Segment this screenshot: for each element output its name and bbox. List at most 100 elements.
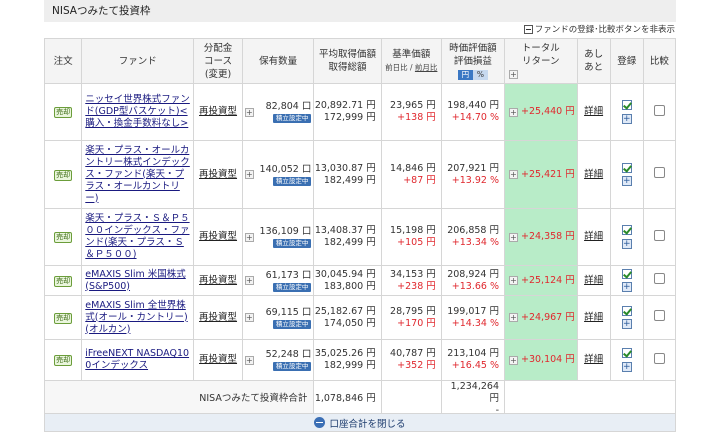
holdings-table: 注文 ファンド 分配金 コース (変更) 保有数量 平均取得価額 取得総額 基準…: [43, 38, 677, 418]
registered-check-icon[interactable]: [621, 225, 632, 235]
compare-checkbox[interactable]: [653, 167, 665, 178]
expand-icon[interactable]: +: [509, 355, 518, 365]
expand-icon[interactable]: +: [244, 313, 254, 322]
add-register-icon[interactable]: +: [621, 238, 632, 249]
base-price: 15,198 円: [390, 225, 436, 236]
header-base-price: 基準価額 前日比 / 前月比: [380, 38, 442, 84]
header-return-line1: トータル: [521, 42, 560, 54]
close-account-total-button[interactable]: 口座合計を閉じる: [44, 413, 676, 432]
sell-button[interactable]: 売却: [54, 169, 73, 181]
registered-check-icon[interactable]: [621, 268, 632, 279]
fund-name-link[interactable]: 楽天・プラス・オールカントリー株式インデックス・ファンド(楽天・プラス・オールカ…: [81, 140, 195, 209]
tsumitate-badge: 積立設定中: [272, 319, 312, 329]
eval-value: 208,924 円: [447, 268, 499, 280]
add-register-icon[interactable]: +: [621, 282, 632, 292]
expand-icon[interactable]: +: [509, 170, 518, 179]
header-quantity: 保有数量: [241, 38, 315, 84]
registered-check-icon[interactable]: [621, 348, 632, 358]
eval-pct: +13.92 %: [451, 174, 499, 186]
expand-icon[interactable]: +: [244, 107, 254, 117]
fund-name-link[interactable]: eMAXIS Slim 全世界株式(オール・カントリー)(オルカン): [81, 295, 195, 340]
sell-button[interactable]: 売却: [54, 312, 73, 324]
add-register-icon[interactable]: +: [621, 361, 632, 372]
avg-price: 13,408.37 円: [314, 225, 376, 236]
detail-link[interactable]: 詳細: [576, 140, 611, 209]
expand-icon[interactable]: +: [509, 107, 518, 117]
compare-checkbox[interactable]: [653, 104, 665, 116]
eval-total: 1,234,264 円: [450, 381, 499, 404]
registered-check-icon[interactable]: [621, 305, 632, 316]
quantity: 69,115 口: [265, 306, 312, 318]
header-course-line2: コース: [204, 55, 233, 67]
table-row: 売却 楽天・プラス・オールカントリー株式インデックス・ファンド(楽天・プラス・オ…: [43, 140, 677, 209]
avg-total: 183,800 円: [323, 280, 376, 292]
yen-pct-toggle[interactable]: 円 %: [457, 69, 488, 80]
table-row: 売却 eMAXIS Slim 米国株式(S&P500) 再投資型 +61,173…: [43, 265, 677, 296]
header-course-line1: 分配金: [203, 42, 233, 54]
eval-value: 207,921 円: [447, 162, 499, 174]
avg-price: 25,182.67 円: [314, 305, 376, 317]
detail-link[interactable]: 詳細: [576, 265, 611, 296]
add-register-icon[interactable]: +: [621, 319, 632, 329]
course-link[interactable]: 再投資型: [193, 83, 243, 141]
total-return: +30,104 円: [521, 354, 575, 365]
detail-link[interactable]: 詳細: [576, 208, 611, 266]
registered-check-icon[interactable]: [621, 100, 632, 110]
table-row: 売却 ニッセイ世界株式ファンド(GDP型バスケット)<購入・換金手数料なし> 再…: [43, 83, 677, 141]
avg-total: 182,999 円: [323, 360, 376, 371]
detail-link[interactable]: 詳細: [576, 83, 611, 141]
course-link[interactable]: 再投資型: [193, 140, 243, 209]
pct-toggle[interactable]: %: [472, 69, 488, 80]
yen-toggle[interactable]: 円: [457, 69, 473, 80]
detail-link[interactable]: 詳細: [576, 339, 611, 381]
expand-icon[interactable]: +: [244, 355, 254, 365]
sell-button[interactable]: 売却: [54, 107, 73, 118]
table-row: 売却 iFreeNEXT NASDAQ100インデックス 再投資型 +52,24…: [43, 339, 677, 381]
sell-button[interactable]: 売却: [54, 355, 73, 366]
base-price: 34,153 円: [390, 268, 436, 280]
base-price: 23,965 円: [390, 100, 436, 111]
add-register-icon[interactable]: +: [621, 176, 632, 186]
course-link[interactable]: 再投資型: [193, 339, 243, 381]
avg-price: 35,025.26 円: [314, 348, 376, 359]
quantity: 140,052 口: [259, 163, 312, 175]
compare-checkbox[interactable]: [653, 273, 665, 284]
expand-icon[interactable]: +: [244, 276, 254, 285]
registered-check-icon[interactable]: [621, 162, 632, 173]
compare-checkbox[interactable]: [653, 229, 665, 241]
expand-icon[interactable]: +: [509, 276, 518, 285]
course-link[interactable]: 再投資型: [193, 265, 243, 296]
base-price: 28,795 円: [390, 305, 436, 317]
expand-icon[interactable]: +: [509, 232, 518, 242]
header-eval-line1: 時価評価額: [449, 42, 497, 54]
sell-button[interactable]: 売却: [54, 232, 73, 243]
course-link[interactable]: 再投資型: [193, 295, 243, 340]
fund-name-link[interactable]: iFreeNEXT NASDAQ100インデックス: [81, 339, 195, 381]
fund-name-link[interactable]: ニッセイ世界株式ファンド(GDP型バスケット)<購入・換金手数料なし>: [81, 83, 195, 141]
header-return-line2: リターン: [521, 55, 560, 67]
tsumitate-badge: 積立設定中: [272, 176, 312, 186]
add-register-icon[interactable]: +: [621, 113, 632, 124]
compare-checkbox[interactable]: [653, 352, 665, 364]
eval-pct: +16.45 %: [451, 360, 499, 371]
sell-button[interactable]: 売却: [54, 275, 73, 287]
expand-icon[interactable]: +: [244, 232, 254, 242]
header-base-sub: 前日比 / 前月比: [382, 61, 441, 74]
total-label: NISAつみたて投資枠合計: [43, 380, 315, 418]
expand-all-icon[interactable]: +: [509, 69, 518, 79]
header-order: 注文: [43, 38, 83, 84]
detail-link[interactable]: 詳細: [576, 295, 611, 340]
expand-icon[interactable]: +: [244, 170, 254, 179]
expand-icon[interactable]: +: [509, 313, 518, 322]
course-link[interactable]: 再投資型: [193, 208, 243, 266]
fund-name-link[interactable]: 楽天・プラス・Ｓ＆Ｐ５００インデックス・ファンド(楽天・プラス・Ｓ＆Ｐ５００): [81, 208, 195, 266]
total-return: +24,358 円: [521, 231, 575, 242]
quantity: 82,804 口: [265, 101, 312, 112]
header-avg-line1: 平均取得価額: [319, 49, 377, 60]
prev-month-link[interactable]: 前月比: [415, 63, 438, 72]
compare-checkbox[interactable]: [653, 310, 665, 321]
hide-register-compare-toggle[interactable]: ファンドの登録･比較ボタンを非表示: [523, 23, 675, 35]
avg-total: 182,499 円: [323, 237, 376, 248]
fund-name-link[interactable]: eMAXIS Slim 米国株式(S&P500): [81, 265, 195, 296]
section-title: NISAつみたて投資枠: [44, 0, 676, 22]
